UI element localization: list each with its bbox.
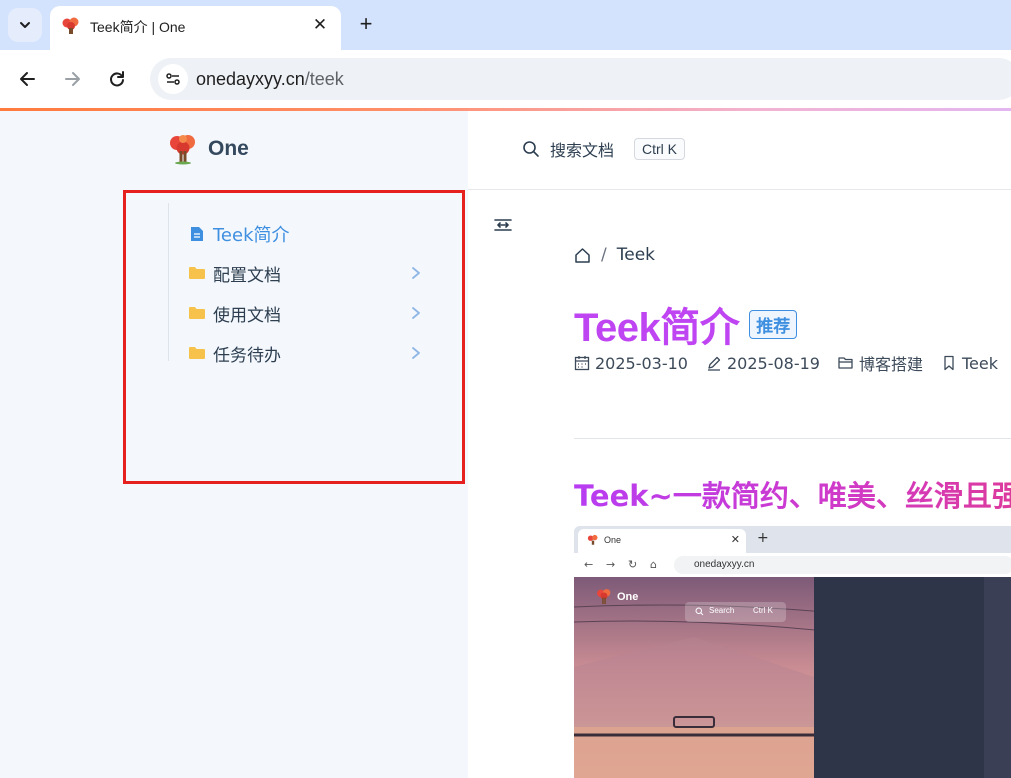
tree-logo-icon [62, 17, 79, 34]
plus-icon: + [757, 530, 769, 546]
search-icon [523, 141, 539, 157]
forward-button[interactable] [57, 64, 87, 94]
tab-title: Teek简介 | One [90, 19, 186, 35]
preview-toolbar: ← → ↻ ⌂ onedayxyy.cn [574, 553, 1011, 577]
arrow-right-icon [65, 72, 80, 86]
search-shortcut-key: Ctrl K [634, 138, 686, 160]
tab-search-button[interactable] [8, 8, 42, 42]
browser-tab[interactable]: Teek简介 | One ✕ [50, 6, 341, 50]
site-info-icon[interactable] [158, 64, 188, 94]
home-icon[interactable] [574, 247, 591, 264]
reload-icon [110, 71, 124, 87]
preview-url: onedayxyy.cn [674, 556, 1011, 574]
created-date: 2025-03-10 [574, 354, 688, 373]
highlight-annotation-box [123, 190, 465, 484]
tree-logo-icon [597, 589, 611, 604]
search-icon [695, 607, 704, 616]
url-domain: onedayxyy.cn [196, 69, 305, 89]
folder-open-icon [838, 357, 853, 369]
article-meta: 2025-03-10 2025-08-19 博客搭建 Teek [574, 351, 1011, 375]
preview-tab: One ✕ [578, 529, 746, 553]
address-bar[interactable]: onedayxyy.cn/teek [150, 58, 1011, 100]
browser-tab-strip: Teek简介 | One ✕ + [0, 0, 1011, 50]
search-button[interactable]: 搜索文档 Ctrl K [522, 137, 686, 161]
bookmark-icon [944, 355, 954, 371]
preview-tab-title: One [604, 535, 622, 545]
close-tab-icon[interactable]: ✕ [311, 15, 329, 35]
new-tab-icon[interactable]: + [354, 11, 378, 36]
breadcrumb: / Teek [574, 245, 655, 265]
preview-tab-strip: One ✕ + [574, 526, 1011, 553]
reload-icon: ↻ [628, 558, 638, 571]
page: One Teek简介 配置文档 使用文档 任务待办 搜索文档 Ctrl K / … [0, 111, 1011, 778]
home-icon: ⌂ [650, 558, 657, 571]
url-path: /teek [304, 69, 344, 89]
tree-logo-icon [587, 534, 598, 545]
preview-screenshot: One ✕ + ← → ↻ ⌂ onedayxyy.cn One Search … [574, 526, 1011, 778]
breadcrumb-item[interactable]: Teek [617, 245, 655, 265]
article-title-row: Teek简介 推荐 [574, 295, 798, 353]
divider [574, 438, 1011, 439]
preview-search: Search Ctrl K [685, 602, 786, 622]
preview-brand: One [617, 590, 639, 603]
browser-toolbar: onedayxyy.cn/teek [0, 50, 1011, 108]
sidebar-toggle-icon[interactable] [493, 215, 513, 235]
chevron-down-icon [20, 22, 30, 28]
calendar-icon [574, 356, 590, 371]
site-brand[interactable]: One [168, 133, 249, 165]
page-title: Teek简介 [574, 306, 740, 350]
preview-illustration [574, 577, 1011, 778]
tree-logo-icon [170, 135, 195, 165]
sidebar: One Teek简介 配置文档 使用文档 任务待办 [0, 111, 468, 778]
tag-link[interactable]: Teek [941, 354, 998, 373]
preview-site-header: One Search Ctrl K [596, 588, 786, 622]
updated-date: 2025-08-19 [706, 354, 820, 373]
close-icon: ✕ [730, 533, 740, 546]
search-label: 搜索文档 [550, 141, 615, 160]
arrow-left-icon: ← [584, 558, 594, 571]
pencil-icon [707, 356, 721, 371]
arrow-left-icon [20, 72, 35, 86]
reload-button[interactable] [102, 64, 132, 94]
preview-search-label: Search [709, 606, 735, 615]
breadcrumb-separator: / [601, 245, 607, 265]
category-link[interactable]: 博客搭建 [838, 351, 923, 375]
preview-search-shortcut: Ctrl K [753, 606, 773, 615]
article-heading: Teek~一款简约、唯美、丝滑且强 [574, 473, 1011, 515]
recommend-badge: 推荐 [749, 309, 798, 339]
arrow-right-icon: → [606, 558, 616, 571]
back-button[interactable] [13, 64, 43, 94]
url-text: onedayxyy.cn/teek [196, 69, 344, 90]
site-name: One [208, 137, 249, 160]
top-navbar: 搜索文档 Ctrl K [468, 111, 1011, 190]
